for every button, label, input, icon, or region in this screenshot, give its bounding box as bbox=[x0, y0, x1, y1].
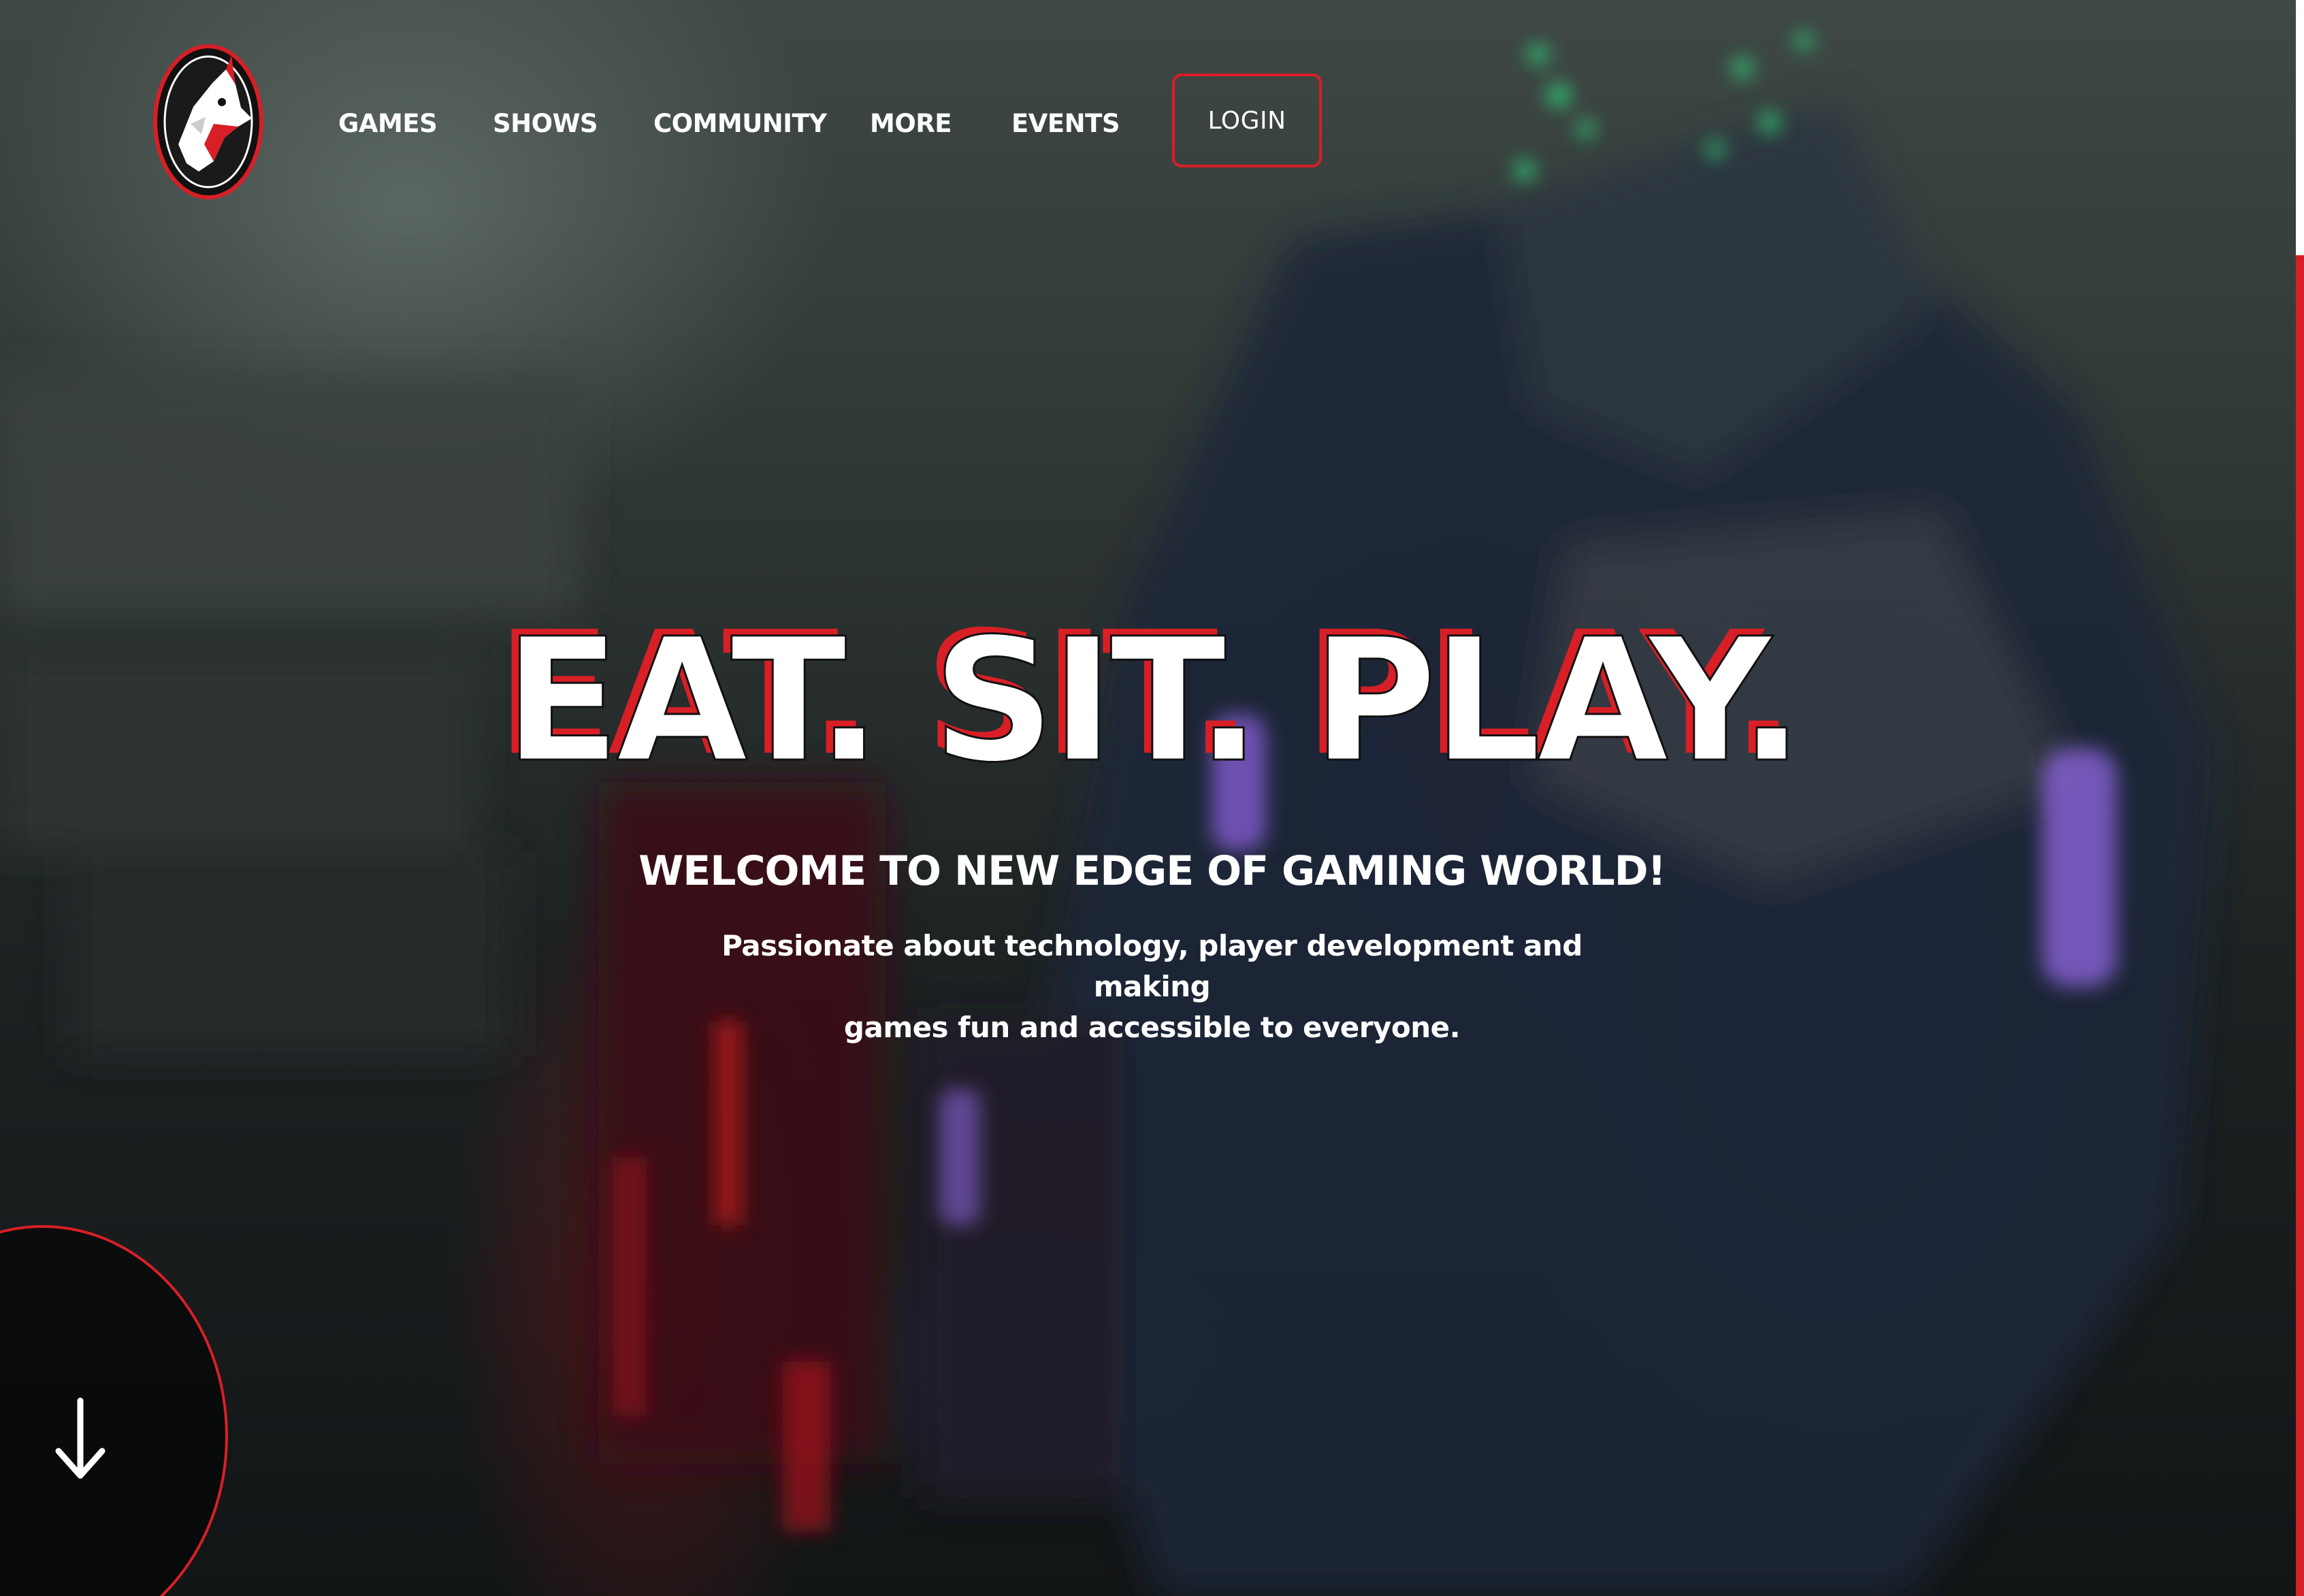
nav-item-more[interactable]: MORE bbox=[870, 102, 952, 146]
wolf-logo-icon[interactable] bbox=[151, 42, 265, 202]
nav-item-games[interactable]: GAMES bbox=[338, 102, 438, 146]
nav-item-events[interactable]: EVENTS bbox=[1011, 102, 1120, 146]
hero-subheadline: WELCOME TO NEW EDGE OF GAMING WORLD! bbox=[638, 847, 1666, 895]
hero-tagline: Passionate about technology, player deve… bbox=[715, 926, 1589, 1048]
hero-tagline-line2: games fun and accessible to everyone. bbox=[843, 1011, 1461, 1044]
scrollbar-thumb[interactable] bbox=[2296, 0, 2304, 252]
nav-item-community[interactable]: COMMUNITY bbox=[653, 102, 827, 146]
login-button[interactable]: LOGIN bbox=[1172, 74, 1322, 167]
arrow-down-icon[interactable] bbox=[53, 1395, 108, 1484]
hero-headline-wrap: EAT. SIT. PLAY. bbox=[0, 599, 2304, 803]
scrollbar-progress bbox=[2296, 255, 2304, 1596]
page: GAMES SHOWS COMMUNITY MORE EVENTS LOGIN … bbox=[0, 0, 2304, 1596]
nav-item-shows[interactable]: SHOWS bbox=[493, 102, 598, 146]
hero-tagline-line1: Passionate about technology, player deve… bbox=[721, 929, 1583, 1003]
hero-headline: EAT. SIT. PLAY. bbox=[503, 601, 1805, 801]
